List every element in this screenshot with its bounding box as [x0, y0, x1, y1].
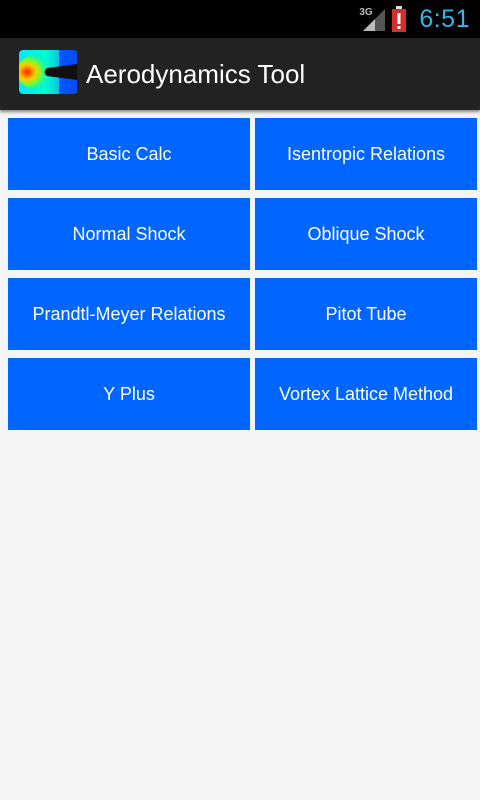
vortex-lattice-method-button[interactable]: Vortex Lattice Method — [255, 358, 477, 430]
signal-icon — [363, 9, 386, 31]
pitot-tube-button[interactable]: Pitot Tube — [255, 278, 477, 350]
status-bar: 3G 6:51 — [0, 0, 480, 38]
basic-calc-button[interactable]: Basic Calc — [8, 118, 250, 190]
airfoil-flow-contour-icon — [19, 50, 77, 94]
clock: 6:51 — [419, 4, 470, 33]
signal-indicator: 3G — [359, 5, 386, 33]
oblique-shock-button[interactable]: Oblique Shock — [255, 198, 477, 270]
app-icon[interactable] — [19, 50, 77, 94]
status-icons: 3G 6:51 — [359, 0, 470, 38]
battery-alert-icon — [392, 6, 407, 32]
normal-shock-button[interactable]: Normal Shock — [8, 198, 250, 270]
action-bar: Aerodynamics Tool — [0, 38, 480, 110]
isentropic-relations-button[interactable]: Isentropic Relations — [255, 118, 477, 190]
prandtl-meyer-relations-button[interactable]: Prandtl-Meyer Relations — [8, 278, 250, 350]
y-plus-button[interactable]: Y Plus — [8, 358, 250, 430]
app-title: Aerodynamics Tool — [86, 59, 306, 89]
